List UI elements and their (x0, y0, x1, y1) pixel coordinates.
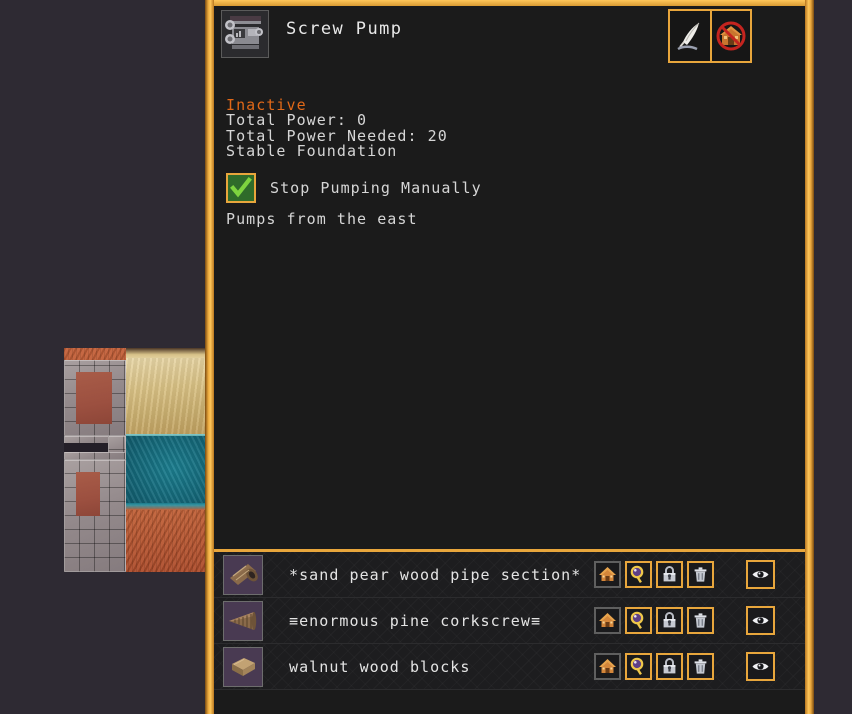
map-water-terrain (126, 436, 205, 509)
stop-pumping-label: Stop Pumping Manually (270, 179, 482, 197)
magnifier-icon (630, 657, 644, 676)
map-floor-inner-lower (76, 472, 100, 516)
go-to-building-button[interactable] (594, 607, 621, 634)
row-action-group (594, 653, 714, 680)
building-status-block: Inactive Total Power: 0 Total Power Need… (226, 97, 786, 161)
table-row[interactable]: *sand pear wood pipe section* (214, 552, 805, 598)
page-title: Screw Pump (286, 19, 403, 39)
row-eye-wrap (746, 606, 775, 635)
map-water-edge-bottom (126, 503, 205, 510)
checkmark-icon (230, 177, 252, 198)
row-action-group (594, 607, 714, 634)
item-list: *sand pear wood pipe section* ≡enormous … (214, 552, 805, 690)
zoom-to-item-button[interactable] (625, 653, 652, 680)
delete-item-button[interactable] (687, 561, 714, 588)
trash-icon (694, 613, 707, 628)
quill-pen-icon (677, 22, 700, 51)
map-sand-terrain (126, 358, 205, 436)
house-icon (599, 613, 616, 627)
item-label: *sand pear wood pipe section* (289, 565, 582, 584)
wood-pipe-section-icon (223, 554, 263, 595)
trash-icon (694, 659, 707, 674)
building-info-panel: Screw Pump Inactive Total Power: 0 Total… (205, 0, 852, 714)
lock-icon (663, 612, 676, 628)
wood-block-icon (223, 646, 263, 687)
remove-building-button[interactable] (710, 11, 750, 61)
lock-icon (663, 566, 676, 582)
item-label: walnut wood blocks (289, 657, 471, 676)
map-floor-inner-upper (76, 372, 112, 424)
lock-item-button[interactable] (656, 561, 683, 588)
map-wall-strip-lower (64, 452, 126, 460)
screen-root: Screw Pump Inactive Total Power: 0 Total… (0, 0, 852, 714)
corkscrew-icon (223, 600, 263, 641)
go-to-building-button[interactable] (594, 561, 621, 588)
stop-pumping-checkbox[interactable] (226, 173, 256, 203)
item-label: ≡enormous pine corkscrew≡ (289, 611, 542, 630)
zoom-to-item-button[interactable] (625, 561, 652, 588)
delete-item-button[interactable] (687, 607, 714, 634)
table-row[interactable]: walnut wood blocks (214, 644, 805, 690)
panel-border-right (805, 0, 814, 714)
row-eye-wrap (746, 652, 775, 681)
eye-icon (752, 571, 769, 578)
eye-icon (752, 663, 769, 670)
zoom-to-item-button[interactable] (625, 607, 652, 634)
no-building-icon (716, 21, 746, 51)
screw-pump-icon (221, 10, 269, 58)
magnifier-icon (630, 565, 644, 584)
panel-header: Screw Pump (214, 6, 805, 68)
stop-pumping-checkbox-row[interactable]: Stop Pumping Manually (226, 173, 482, 203)
pump-direction-label: Pumps from the east (226, 210, 418, 228)
view-item-button[interactable] (746, 606, 775, 635)
magnifier-icon (630, 611, 644, 630)
view-item-button[interactable] (746, 652, 775, 681)
panel-border-left (205, 0, 214, 714)
lock-item-button[interactable] (656, 653, 683, 680)
row-action-group (594, 561, 714, 588)
header-button-group (668, 9, 752, 63)
trash-icon (694, 567, 707, 582)
house-icon (599, 659, 616, 673)
foundation-line: Stable Foundation (226, 142, 398, 161)
table-row[interactable]: ≡enormous pine corkscrew≡ (214, 598, 805, 644)
lock-icon (663, 658, 676, 674)
house-icon (599, 567, 616, 581)
row-eye-wrap (746, 560, 775, 589)
delete-item-button[interactable] (687, 653, 714, 680)
rename-button[interactable] (670, 11, 710, 61)
view-item-button[interactable] (746, 560, 775, 589)
lock-item-button[interactable] (656, 607, 683, 634)
eye-icon (752, 617, 769, 624)
fortress-map-view[interactable] (64, 348, 205, 572)
go-to-building-button[interactable] (594, 653, 621, 680)
panel-body: Screw Pump Inactive Total Power: 0 Total… (214, 6, 805, 714)
